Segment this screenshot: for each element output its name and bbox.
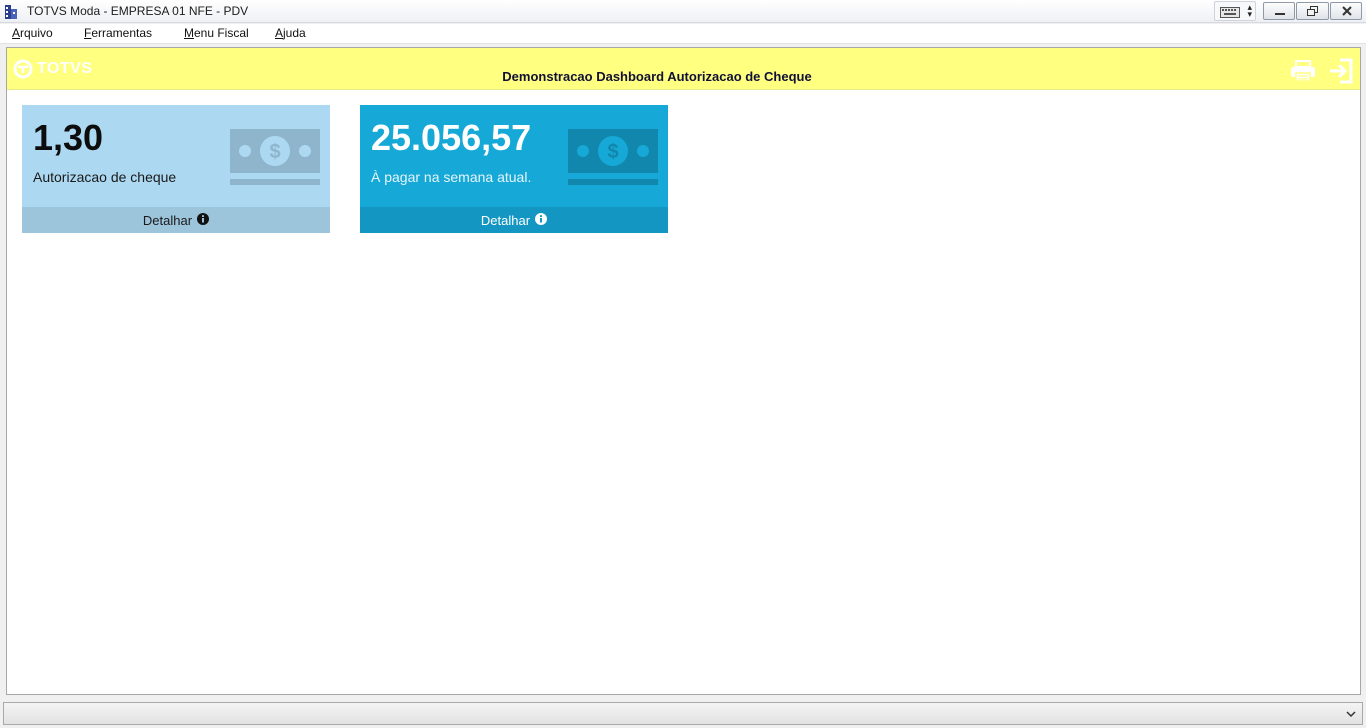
window-title: TOTVS Moda - EMPRESA 01 NFE - PDV	[27, 4, 249, 18]
svg-text:$: $	[607, 141, 618, 163]
detalhar-label: Detalhar	[142, 212, 193, 228]
exit-icon[interactable]	[1328, 58, 1354, 88]
detalhar-label: Detalhar	[480, 212, 531, 228]
menu-fiscal[interactable]: Menu Fiscal	[184, 26, 249, 40]
minimize-button[interactable]	[1263, 2, 1296, 20]
menu-ferramentas[interactable]: Ferramentas	[84, 26, 152, 40]
status-bar	[3, 702, 1363, 725]
close-icon	[1341, 6, 1352, 16]
svg-text:$: $	[269, 141, 280, 163]
card-label: À pagar na semana atual.	[371, 169, 532, 185]
menu-bar: Arquivo Ferramentas Menu Fiscal Ajuda	[0, 24, 1366, 44]
dashboard-header: TOTVS Demonstracao Dashboard Autorizacao…	[7, 48, 1360, 90]
money-bill-icon: $	[230, 129, 320, 191]
printer-icon[interactable]	[1289, 59, 1317, 87]
restore-icon	[1307, 6, 1319, 16]
card-value: 25.056,57	[371, 117, 532, 158]
card-label: Autorizacao de cheque	[33, 169, 177, 185]
detalhar-button[interactable]: Detalhar	[22, 207, 330, 233]
chevron-down-icon: ▴ ▾	[1247, 3, 1252, 20]
window-controls	[1263, 2, 1363, 20]
keyboard-icon[interactable]: ▴ ▾	[1214, 1, 1256, 21]
money-bill-icon: $	[568, 129, 658, 191]
detalhar-button[interactable]: Detalhar	[360, 207, 668, 233]
page-title: Demonstracao Dashboard Autorizacao de Ch…	[502, 69, 812, 84]
info-icon	[535, 212, 548, 228]
info-icon	[197, 212, 210, 228]
chevron-down-icon[interactable]	[1344, 706, 1358, 720]
menu-ajuda[interactable]: Ajuda	[275, 26, 306, 40]
card-pagar-semana: 25.056,57 À pagar na semana atual. $ Det…	[360, 105, 668, 233]
menu-arquivo[interactable]: Arquivo	[12, 26, 53, 40]
close-button[interactable]	[1329, 2, 1362, 20]
dashboard-frame: TOTVS Demonstracao Dashboard Autorizacao…	[6, 47, 1361, 695]
window-title-bar: TOTVS Moda - EMPRESA 01 NFE - PDV ▴ ▾	[0, 0, 1366, 23]
building-icon[interactable]	[3, 4, 19, 20]
restore-button[interactable]	[1296, 2, 1329, 20]
minimize-icon	[1275, 13, 1285, 15]
card-value: 1,30	[33, 117, 104, 158]
card-autorizacao-cheque: 1,30 Autorizacao de cheque $ Detalhar	[22, 105, 330, 233]
